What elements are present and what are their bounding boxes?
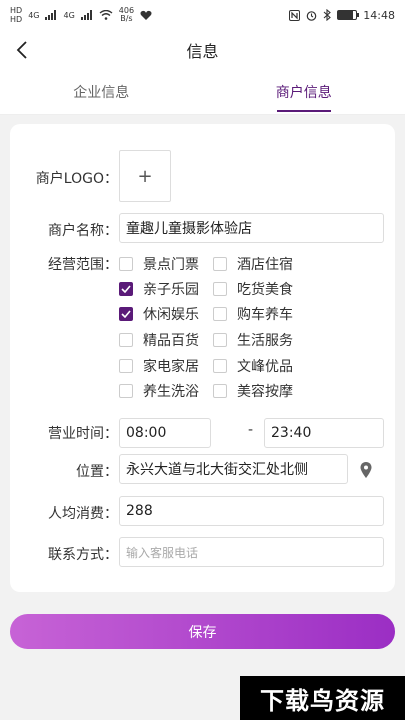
scope-item-label: 购车养车 <box>237 307 293 323</box>
checkbox[interactable] <box>213 257 227 271</box>
scope-item-bath[interactable]: 养生洗浴 <box>119 381 199 401</box>
tab-merchant-info[interactable]: 商户信息 <box>203 70 405 114</box>
scope-item-label: 家电家居 <box>143 359 199 375</box>
bluetooth-icon <box>323 9 332 21</box>
check-icon <box>121 310 131 318</box>
avg-spend-label: 人均消费： <box>48 506 118 522</box>
merchant-name-value: 童趣儿童摄影体验店 <box>126 221 252 237</box>
location-pin-icon[interactable] <box>359 461 373 479</box>
checkbox[interactable] <box>213 359 227 373</box>
hours-label: 营业时间： <box>48 426 118 442</box>
scope-item-beauty[interactable]: 美容按摩 <box>213 381 293 401</box>
contact-placeholder: 输入客服电话 <box>126 545 199 560</box>
status-time: 14:48 <box>363 8 395 22</box>
status-left: HD HD 4G 4G 406 B/s <box>10 6 152 24</box>
status-right: 14:48 <box>289 9 395 22</box>
plus-icon: + <box>137 165 153 187</box>
hd-badge-2: HD <box>10 15 23 24</box>
scope-item-scenic-tickets[interactable]: 景点门票 <box>119 254 199 274</box>
checkbox[interactable] <box>213 282 227 296</box>
battery-icon <box>337 10 360 20</box>
avg-spend-value: 288 <box>126 503 153 519</box>
hd-indicators: HD HD <box>10 6 22 24</box>
save-button[interactable]: 保存 <box>10 614 395 649</box>
scope-item-label: 吃货美食 <box>237 282 293 298</box>
scope-item-label: 养生洗浴 <box>143 384 199 400</box>
location-label: 位置： <box>76 464 118 480</box>
time-separator: - <box>248 422 254 438</box>
checkbox[interactable] <box>119 333 133 347</box>
signal-label-1: 4G <box>28 10 40 20</box>
back-arrow-icon[interactable] <box>12 38 34 62</box>
checkbox[interactable] <box>119 384 133 398</box>
close-time-input[interactable]: 23:40 <box>264 418 384 448</box>
checkbox[interactable] <box>119 359 133 373</box>
heart-icon <box>140 10 152 20</box>
scope-item-leisure[interactable]: 休闲娱乐 <box>119 304 199 324</box>
scope-item-boutique[interactable]: 精品百货 <box>119 330 199 350</box>
scope-item-label: 景点门票 <box>143 257 199 273</box>
contact-label: 联系方式： <box>48 547 118 563</box>
scope-item-label: 酒店住宿 <box>237 257 293 273</box>
open-time-input[interactable]: 08:00 <box>119 418 211 448</box>
scope-item-label: 精品百货 <box>143 333 199 349</box>
hd-badge-1: HD <box>10 6 23 15</box>
close-time-value: 23:40 <box>271 425 312 441</box>
scope-item-label: 生活服务 <box>237 333 293 349</box>
merchant-name-input[interactable]: 童趣儿童摄影体验店 <box>119 213 384 243</box>
checkbox[interactable] <box>213 307 227 321</box>
checkbox-checked[interactable] <box>119 282 133 296</box>
location-value: 永兴大道与北大街交汇处北侧 <box>126 462 308 478</box>
scope-item-food[interactable]: 吃货美食 <box>213 279 293 299</box>
logo-upload-button[interactable]: + <box>119 150 171 202</box>
tab-company-info[interactable]: 企业信息 <box>0 70 203 114</box>
scope-item-family-park[interactable]: 亲子乐园 <box>119 279 199 299</box>
scope-item-car[interactable]: 购车养车 <box>213 304 293 324</box>
net-speed-unit: B/s <box>120 14 133 23</box>
signal-icon <box>45 10 57 20</box>
name-label: 商户名称： <box>48 223 118 239</box>
checkbox[interactable] <box>119 257 133 271</box>
tab-bar: 企业信息 商户信息 <box>0 70 405 115</box>
status-bar: HD HD 4G 4G 406 B/s 14:48 <box>0 0 405 30</box>
logo-label: 商户LOGO： <box>35 171 118 187</box>
scope-label: 经营范围： <box>48 257 118 273</box>
scope-item-life-service[interactable]: 生活服务 <box>213 330 293 350</box>
open-time-value: 08:00 <box>126 425 167 441</box>
check-icon <box>121 285 131 293</box>
location-input[interactable]: 永兴大道与北大街交汇处北侧 <box>119 454 348 484</box>
scope-item-label: 文峰优品 <box>237 359 293 375</box>
checkbox[interactable] <box>213 333 227 347</box>
scope-item-wenfeng[interactable]: 文峰优品 <box>213 356 293 376</box>
page-title: 信息 <box>186 42 219 61</box>
scope-item-label: 亲子乐园 <box>143 282 199 298</box>
signal-icon-2 <box>80 10 92 20</box>
contact-input[interactable]: 输入客服电话 <box>119 537 384 567</box>
alarm-icon <box>306 10 317 21</box>
checkbox[interactable] <box>213 384 227 398</box>
scope-item-hotel[interactable]: 酒店住宿 <box>213 254 293 274</box>
watermark-logo: 下载鸟资源 <box>240 676 405 720</box>
merchant-form-card: 商户LOGO： + 商户名称： 童趣儿童摄影体验店 经营范围： 景点门票 酒店住… <box>10 124 395 592</box>
checkbox-checked[interactable] <box>119 307 133 321</box>
signal-label-2: 4G <box>63 10 75 20</box>
scope-item-label: 休闲娱乐 <box>143 307 199 323</box>
nfc-icon <box>289 9 301 21</box>
avg-spend-input[interactable]: 288 <box>119 496 384 526</box>
scope-item-label: 美容按摩 <box>237 384 293 400</box>
net-speed: 406 B/s <box>119 7 134 23</box>
scope-item-appliance[interactable]: 家电家居 <box>119 356 199 376</box>
nav-bar: 信息 <box>0 30 405 70</box>
wifi-icon <box>99 10 113 20</box>
